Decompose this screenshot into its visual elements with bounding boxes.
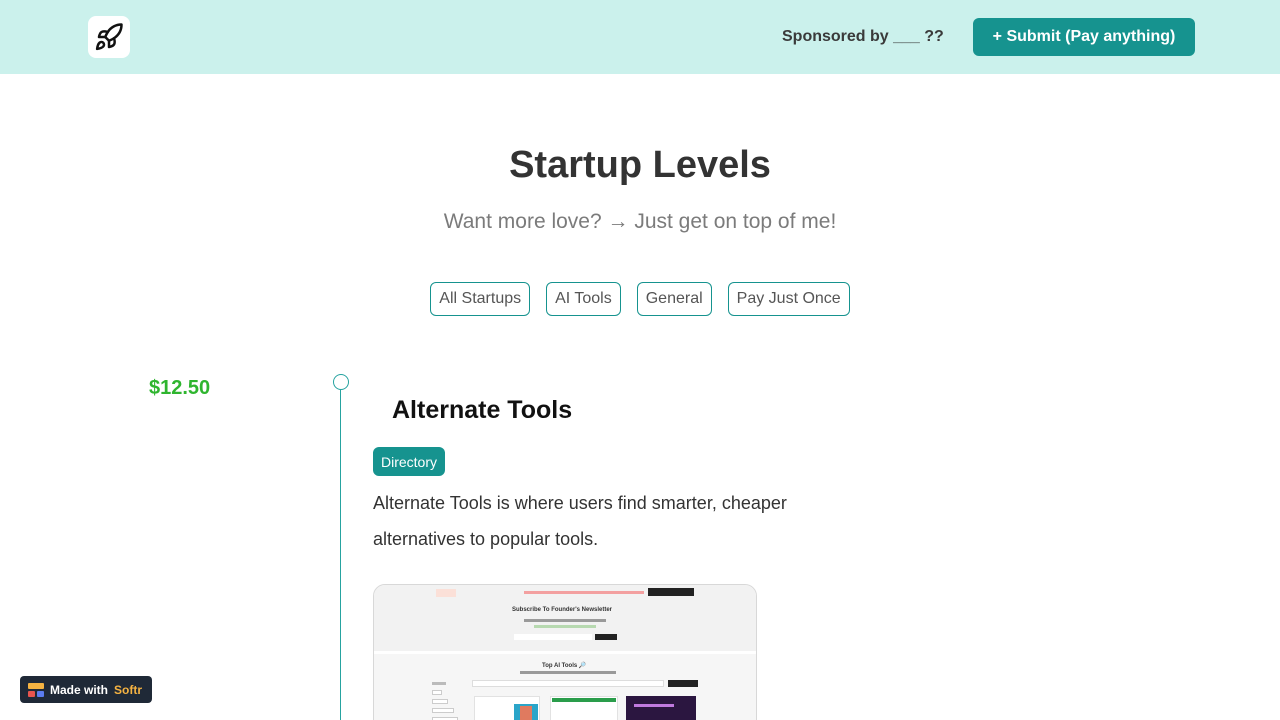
page-subtitle: Want more love? → Just get on top of me! [443, 210, 837, 233]
category-tag: Directory [373, 447, 446, 476]
top-header: Sponsored by ___ ?? + Submit (Pay anythi… [0, 0, 1280, 74]
filter-all-startups[interactable]: All Startups [430, 282, 531, 316]
rocket-icon [95, 23, 123, 51]
timeline-dot [333, 374, 349, 390]
submit-button[interactable]: + Submit (Pay anything) [973, 18, 1195, 56]
sponsor-text: Sponsored by ___ ?? [782, 28, 944, 45]
listing-title[interactable]: Alternate Tools [392, 396, 572, 425]
preview-section-title: Top AI Tools 🔎 [542, 663, 587, 669]
filter-bar: All Startups AI Tools General Pay Just O… [0, 282, 1280, 316]
badge-brand: Softr [114, 682, 143, 697]
listing-screenshot[interactable]: Subscribe To Founder's Newsletter Top AI… [373, 584, 757, 720]
preview-hero: Subscribe To Founder's Newsletter [374, 585, 756, 651]
badge-prefix: Made with [50, 682, 109, 697]
softr-logo-icon [28, 682, 44, 697]
filter-pay-just-once[interactable]: Pay Just Once [727, 282, 850, 316]
listing-description: Alternate Tools is where users find smar… [373, 493, 787, 549]
made-with-softr-badge[interactable]: Made with Softr [20, 676, 152, 703]
timeline-line [340, 389, 341, 720]
page-title: Startup Levels [509, 144, 771, 186]
filter-ai-tools[interactable]: AI Tools [546, 282, 621, 316]
listing-price: $12.50 [149, 377, 211, 399]
preview-tools-grid: Top AI Tools 🔎 [374, 654, 756, 720]
preview-headline: Subscribe To Founder's Newsletter [512, 607, 613, 613]
filter-general[interactable]: General [636, 282, 712, 316]
home-logo[interactable] [88, 16, 130, 58]
